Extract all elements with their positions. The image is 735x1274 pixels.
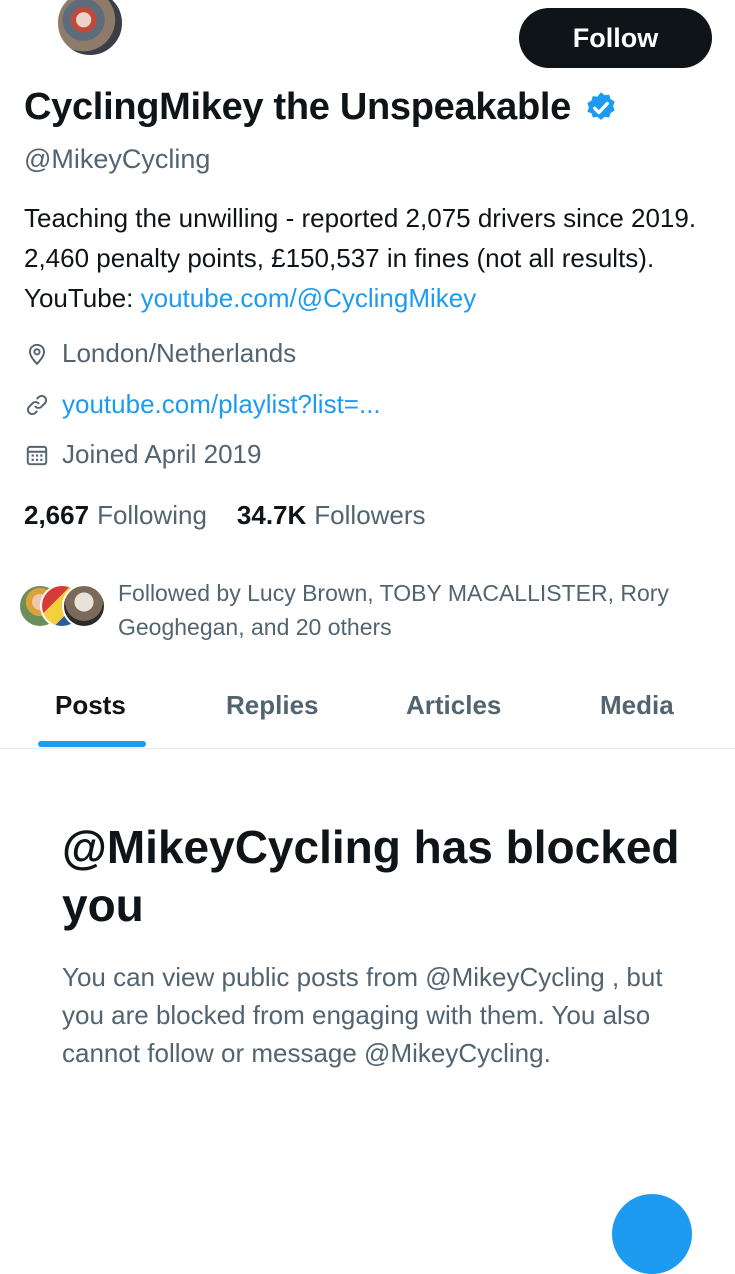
blocked-title: @MikeyCycling has blocked you [62, 821, 680, 931]
website-link[interactable]: youtube.com/playlist?list=... [62, 389, 381, 420]
following-stat[interactable]: 2,667 Following [24, 500, 207, 531]
website-row: youtube.com/playlist?list=... [24, 389, 381, 420]
blocked-description: You can view public posts from @MikeyCyc… [62, 962, 663, 1068]
profile-handle: @MikeyCycling [24, 144, 211, 174]
location-row: London/Netherlands [24, 338, 296, 369]
verified-badge-icon [587, 91, 615, 120]
bio-youtube-link[interactable]: youtube.com/@CyclingMikey [141, 283, 477, 313]
tab-posts[interactable]: Posts [55, 690, 126, 721]
profile-avatar[interactable] [55, 0, 125, 58]
follow-button[interactable]: Follow [519, 8, 712, 68]
followers-count: 34.7K [236, 500, 307, 530]
followers-stat[interactable]: 34.7K Followers [237, 500, 426, 531]
following-count: 2,667 [24, 500, 90, 530]
link-icon [26, 394, 48, 415]
active-tab-indicator [38, 741, 146, 747]
joined-row: Joined April 2019 [24, 439, 261, 470]
location-pin-icon [28, 343, 46, 365]
profile-bio: Teaching the unwilling - reported 2,075 … [24, 198, 719, 318]
location-text: London/Netherlands [62, 338, 297, 368]
profile-tabs: Posts Replies Articles Media [0, 670, 735, 749]
tab-articles[interactable]: Articles [406, 690, 501, 721]
follow-stats: 2,667 Following 34.7K Followers [24, 500, 426, 531]
joined-text: Joined April 2019 [62, 439, 262, 469]
followed-by-text[interactable]: Followed by Lucy Brown, TOBY MACALLISTER… [118, 576, 718, 644]
display-name: CyclingMikey the Unspeakable [24, 86, 572, 128]
tab-media[interactable]: Media [600, 690, 674, 721]
compose-button[interactable] [612, 1194, 692, 1274]
followed-by-avatars[interactable] [18, 584, 118, 630]
follower-avatar [62, 584, 106, 628]
following-label: Following [97, 500, 207, 530]
followers-label: Followers [314, 500, 426, 530]
tab-replies[interactable]: Replies [226, 690, 319, 721]
profile-name-row: CyclingMikey the Unspeakable [24, 86, 619, 129]
calendar-icon [26, 445, 48, 465]
